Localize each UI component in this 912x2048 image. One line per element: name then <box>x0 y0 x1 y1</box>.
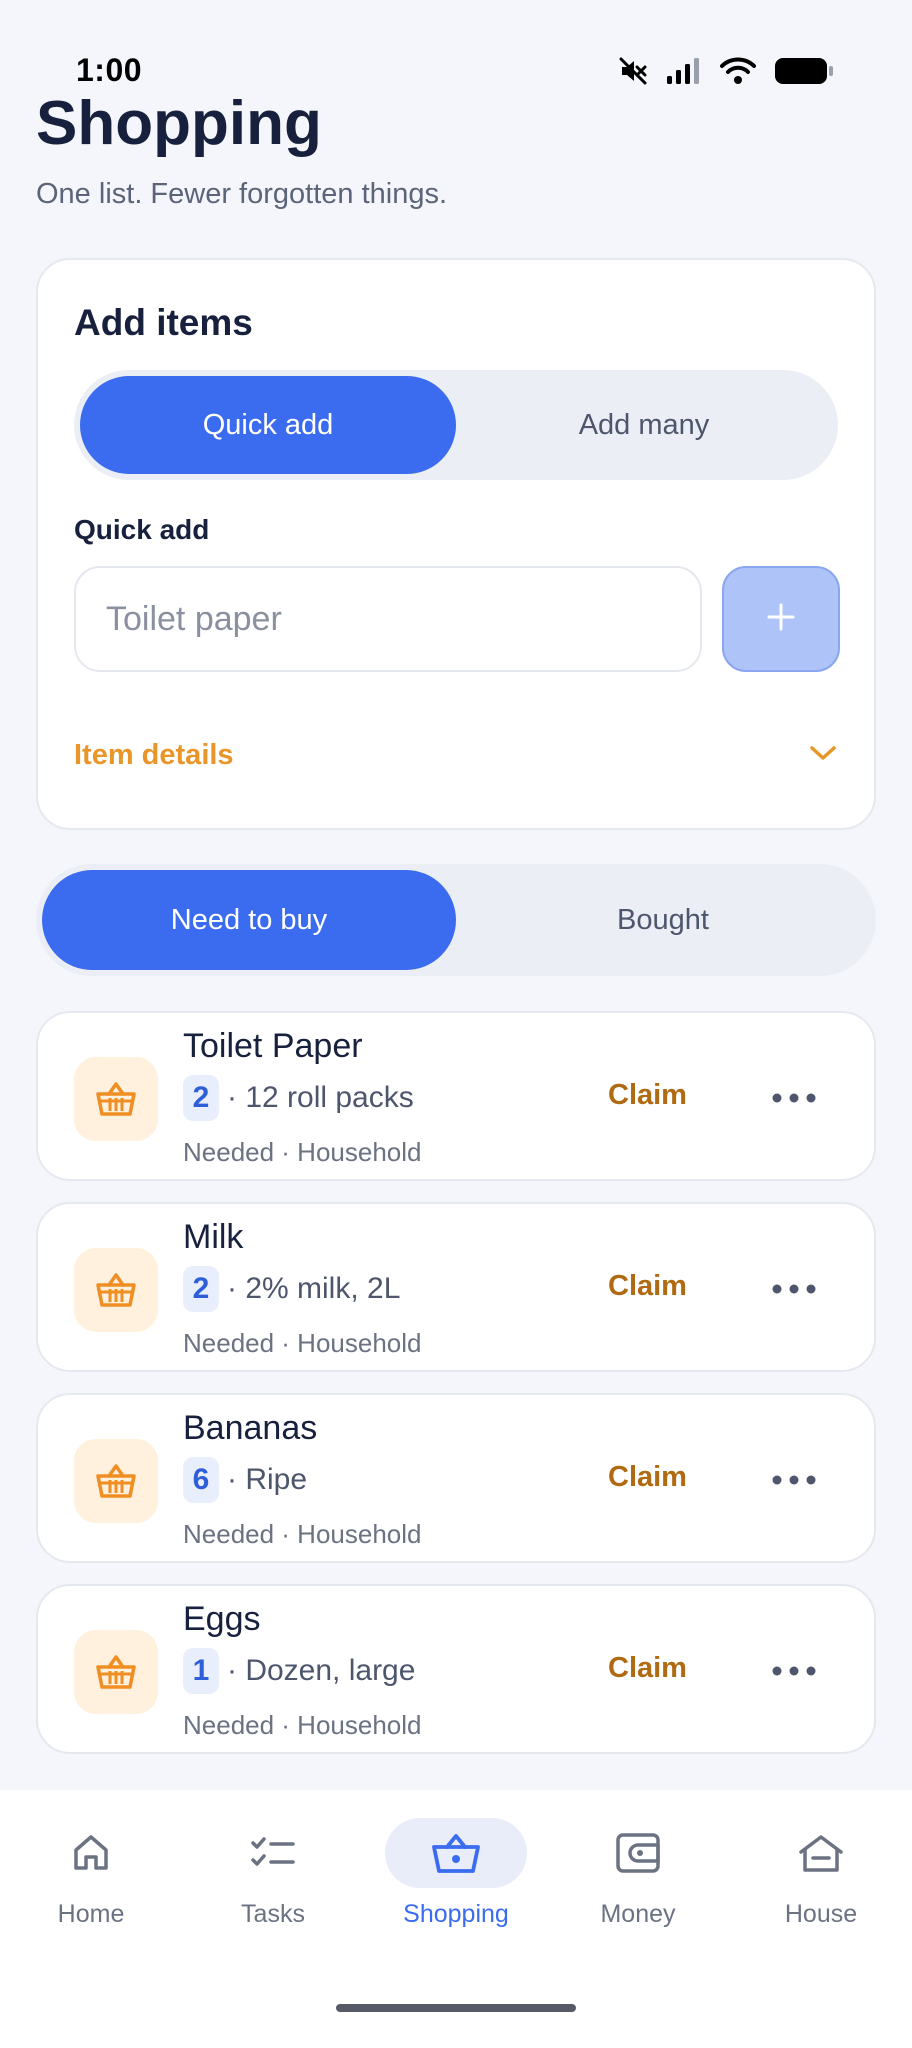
item-details-label: Item details <box>74 738 234 771</box>
add-mode-toggle: Quick add Add many <box>74 370 838 480</box>
more-options-button[interactable] <box>764 1270 824 1310</box>
more-icon <box>772 1090 816 1108</box>
more-options-button[interactable] <box>764 1079 824 1119</box>
signal-icon <box>666 57 702 85</box>
basket-icon <box>74 1057 158 1141</box>
home-icon <box>20 1818 162 1888</box>
more-options-button[interactable] <box>764 1652 824 1692</box>
quick-add-input[interactable] <box>74 566 702 672</box>
quantity-badge: 6 <box>183 1457 219 1503</box>
item-name: Bananas <box>183 1409 318 1447</box>
item-meta: Needed · Household <box>183 1328 422 1358</box>
claim-button[interactable]: Claim <box>608 1079 687 1112</box>
item-details-toggle[interactable]: Item details <box>74 730 838 780</box>
wifi-icon <box>720 57 756 85</box>
battery-icon <box>774 56 834 86</box>
nav-tasks[interactable]: Tasks <box>193 1818 353 1938</box>
item-details: 1 · Dozen, large <box>183 1648 415 1694</box>
nav-label: Shopping <box>403 1900 509 1928</box>
more-icon <box>772 1472 816 1490</box>
nav-shopping[interactable]: Shopping <box>376 1818 536 1938</box>
tab-bought[interactable]: Bought <box>456 870 870 970</box>
item-note: · Ripe <box>227 1463 308 1496</box>
list-item: Eggs 1 · Dozen, large Needed · Household… <box>36 1584 876 1754</box>
tab-need-to-buy[interactable]: Need to buy <box>42 870 456 970</box>
add-items-title: Add items <box>74 302 253 343</box>
chevron-down-icon <box>808 743 838 768</box>
item-details: 2 · 12 roll packs <box>183 1075 414 1121</box>
item-meta: Needed · Household <box>183 1710 422 1740</box>
claim-button[interactable]: Claim <box>608 1270 687 1303</box>
list-item: Toilet Paper 2 · 12 roll packs Needed · … <box>36 1011 876 1181</box>
quantity-badge: 2 <box>183 1075 219 1121</box>
nav-money[interactable]: Money <box>558 1818 718 1938</box>
item-note: · 2% milk, 2L <box>227 1272 401 1305</box>
nav-label: Money <box>600 1900 676 1928</box>
add-items-card: Add items Quick add Add many Quick add I… <box>36 258 876 830</box>
more-icon <box>772 1663 816 1681</box>
more-icon <box>772 1281 816 1299</box>
status-time: 1:00 <box>76 52 143 88</box>
nav-label: Tasks <box>241 1900 305 1928</box>
mute-icon <box>618 56 648 86</box>
claim-button[interactable]: Claim <box>608 1652 687 1685</box>
status-icons <box>618 56 834 86</box>
item-name: Milk <box>183 1218 244 1256</box>
basket-icon <box>74 1248 158 1332</box>
basket-icon <box>385 1818 527 1888</box>
quick-add-label: Quick add <box>74 514 210 545</box>
wallet-icon <box>567 1818 709 1888</box>
nav-label: Home <box>57 1900 125 1928</box>
tab-add-many[interactable]: Add many <box>456 376 832 474</box>
basket-icon <box>74 1439 158 1523</box>
item-name: Toilet Paper <box>183 1027 363 1065</box>
quantity-badge: 2 <box>183 1266 219 1312</box>
tasks-icon <box>202 1818 344 1888</box>
item-name: Eggs <box>183 1600 261 1638</box>
item-details: 6 · Ripe <box>183 1457 307 1503</box>
tab-quick-add[interactable]: Quick add <box>80 376 456 474</box>
item-note: · Dozen, large <box>227 1654 416 1687</box>
list-filter-toggle: Need to buy Bought <box>36 864 876 976</box>
item-details: 2 · 2% milk, 2L <box>183 1266 400 1312</box>
item-meta: Needed · Household <box>183 1519 422 1549</box>
nav-home[interactable]: Home <box>11 1818 171 1938</box>
basket-icon <box>74 1630 158 1714</box>
page-subtitle: One list. Fewer forgotten things. <box>36 178 448 210</box>
claim-button[interactable]: Claim <box>608 1461 687 1494</box>
plus-icon <box>765 601 797 638</box>
item-note: · 12 roll packs <box>227 1081 414 1114</box>
add-item-button[interactable] <box>722 566 840 672</box>
quantity-badge: 1 <box>183 1648 219 1694</box>
list-item: Milk 2 · 2% milk, 2L Needed · Household … <box>36 1202 876 1372</box>
more-options-button[interactable] <box>764 1461 824 1501</box>
page-title: Shopping <box>36 89 322 158</box>
home-indicator[interactable] <box>336 2004 576 2012</box>
item-meta: Needed · Household <box>183 1137 422 1167</box>
list-item: Bananas 6 · Ripe Needed · Household Clai… <box>36 1393 876 1563</box>
nav-house[interactable]: House <box>741 1818 901 1938</box>
nav-label: House <box>784 1900 858 1928</box>
house-icon <box>750 1818 892 1888</box>
